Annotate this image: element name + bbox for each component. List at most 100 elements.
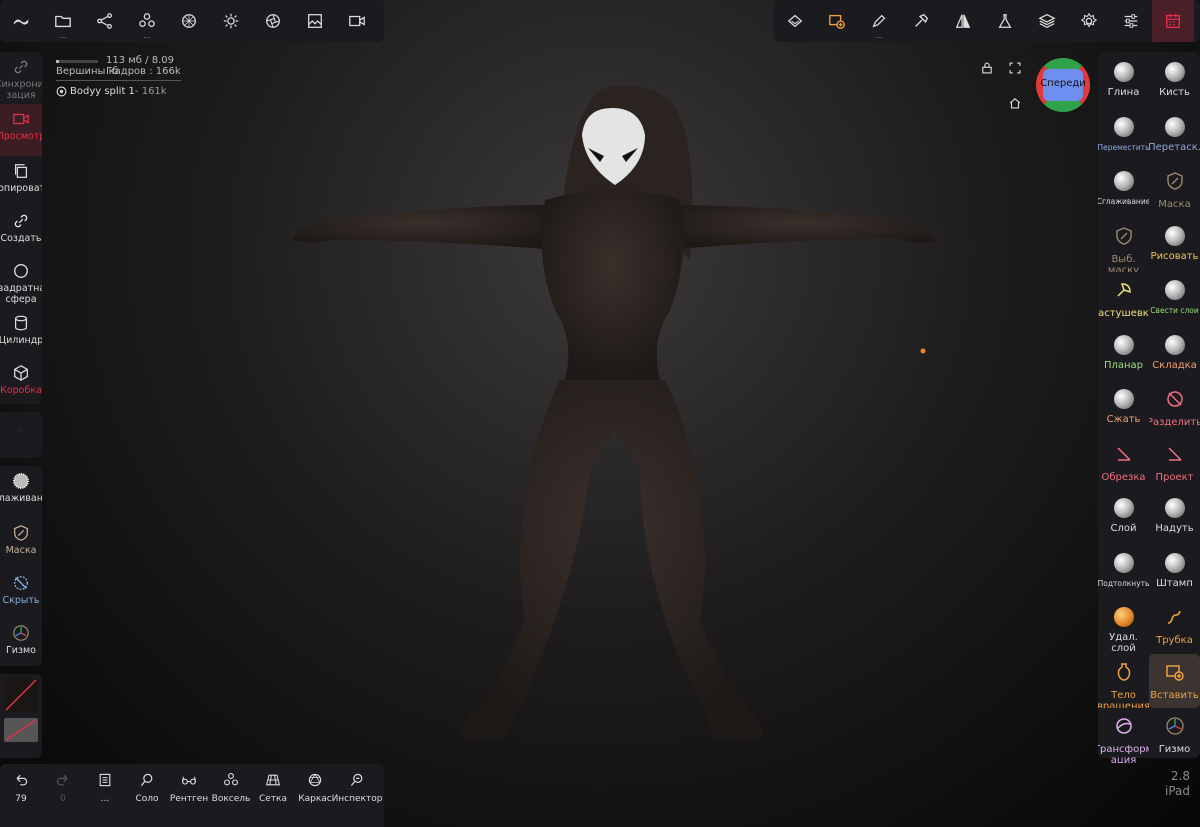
- history-label: ...: [100, 794, 110, 804]
- brush-20[interactable]: Удал. слой: [1098, 599, 1149, 654]
- brush-8[interactable]: Растушевка: [1098, 272, 1149, 327]
- brush-ball-icon: [1113, 116, 1134, 137]
- version-info: 2.8 iPad: [1160, 769, 1190, 799]
- xray-button[interactable]: Рентген: [168, 764, 210, 827]
- sync-button[interactable]: Синхрони- зация: [0, 52, 42, 104]
- brush-4[interactable]: Сглаживание: [1098, 163, 1149, 218]
- brush-1[interactable]: Кисть: [1149, 54, 1200, 109]
- brush-9[interactable]: Свести слои: [1149, 272, 1200, 327]
- brush-label: Растушевка: [1098, 308, 1149, 319]
- brush-label: Подтолкнуть: [1098, 578, 1149, 588]
- brush-label: Рисовать: [1150, 250, 1199, 262]
- grid-button[interactable]: Сетка: [252, 764, 294, 827]
- undo-button[interactable]: 79: [0, 764, 42, 827]
- gizmo-icon: [13, 625, 29, 641]
- brush-2[interactable]: Переместить: [1098, 109, 1149, 164]
- solo-button[interactable]: Соло: [126, 764, 168, 827]
- brush-11[interactable]: Складка: [1149, 327, 1200, 382]
- brush-ball-icon: [1164, 498, 1185, 518]
- brush-ball-icon: [1113, 171, 1134, 191]
- brush-label: Сглаживание: [1098, 197, 1149, 206]
- history-icon: [99, 773, 111, 787]
- xray-label: Рентген: [169, 794, 209, 804]
- wireframe-button[interactable]: Каркас: [294, 764, 336, 827]
- secondary-color-swatch[interactable]: [4, 718, 38, 742]
- brush-18[interactable]: Подтолкнуть: [1098, 545, 1149, 600]
- primary-color-swatch[interactable]: [4, 678, 38, 712]
- inspector-button[interactable]: Инспектор: [332, 764, 382, 827]
- mask-icon: [14, 525, 28, 541]
- solo-label: Соло: [135, 794, 159, 804]
- brush-14[interactable]: Обрезка: [1098, 436, 1149, 491]
- brush-label: Сжать: [1106, 414, 1141, 425]
- mask-label: Маска: [5, 545, 37, 556]
- brush-cut-icon: [1114, 436, 1134, 472]
- brush-21[interactable]: Трубка: [1149, 599, 1200, 654]
- brush-ball-icon: [1113, 62, 1134, 82]
- brush-5[interactable]: Маска: [1149, 163, 1200, 218]
- brush-25[interactable]: Гизмо: [1149, 708, 1200, 763]
- voxel-icon: [224, 773, 238, 786]
- brush-16[interactable]: Слой: [1098, 490, 1149, 545]
- brush-ball-icon: [1164, 334, 1185, 355]
- grid-label: Сетка: [258, 794, 287, 804]
- history-button[interactable]: ...: [84, 764, 126, 827]
- hide-label: Скрыть: [2, 595, 40, 606]
- brush-ball-icon: [1113, 389, 1134, 409]
- sync-label: Синхрони- зация: [0, 79, 42, 101]
- redo-button[interactable]: 0: [42, 764, 84, 827]
- search-icon: [140, 773, 153, 786]
- brush-label: Глина: [1107, 87, 1140, 98]
- copy-button[interactable]: Копировать: [0, 156, 42, 206]
- link-icon: [14, 214, 28, 228]
- brush-label: Выб. маску: [1107, 253, 1140, 273]
- brush-13[interactable]: Разделить: [1149, 381, 1200, 436]
- box-button[interactable]: Коробка: [0, 358, 42, 404]
- box-label: Коробка: [0, 385, 42, 396]
- quad-sphere-button[interactable]: Квадратная сфера: [0, 256, 42, 308]
- brush-19[interactable]: Штамп: [1149, 545, 1200, 600]
- viewport-model[interactable]: [0, 0, 1200, 827]
- brush-tube-icon: [1165, 599, 1185, 635]
- brush-12[interactable]: Сжать: [1098, 381, 1149, 436]
- brush-label: Трубка: [1156, 635, 1193, 646]
- brush-ball-icon: [1113, 552, 1134, 573]
- color-swatches: [0, 674, 42, 758]
- brush-ball-icon: [1164, 552, 1185, 573]
- brush-3[interactable]: Перетаск.: [1149, 109, 1200, 164]
- brush-15[interactable]: Проект: [1149, 436, 1200, 491]
- left-empty-slot[interactable]: ·: [0, 412, 42, 458]
- voxel-button[interactable]: Воксель: [210, 764, 252, 827]
- brush-label: Свести слои: [1150, 306, 1199, 315]
- brush-23[interactable]: Вставить: [1149, 653, 1200, 708]
- brush-6[interactable]: Выб. маску: [1098, 218, 1149, 273]
- brush-label: Удал. слой: [1109, 631, 1138, 654]
- left-tools-panel: Сглаживание Маска Скрыть Гизмо: [0, 466, 42, 666]
- brush-ball-icon: [1164, 280, 1185, 300]
- brush-0[interactable]: Глина: [1098, 54, 1149, 109]
- view-button[interactable]: Просмотр: [0, 104, 42, 156]
- brush-ball-icon: [1113, 334, 1134, 355]
- brush-7[interactable]: Рисовать: [1149, 218, 1200, 273]
- quad-sphere-label: Квадратная сфера: [0, 283, 42, 305]
- gizmo-label: Гизмо: [6, 645, 36, 656]
- cylinder-button[interactable]: Цилиндр: [0, 308, 42, 358]
- brush-vase-icon: [1114, 654, 1134, 690]
- brush-label: Гизмо: [1158, 744, 1191, 755]
- smooth-label: Сглаживание: [0, 493, 42, 504]
- create-button[interactable]: Создать: [0, 206, 42, 256]
- brush-label: Переместить: [1098, 142, 1149, 152]
- undo-icon: [16, 774, 28, 786]
- hide-tool[interactable]: Скрыть: [0, 568, 42, 618]
- brush-label: Планар: [1103, 359, 1144, 371]
- brush-label: Проект: [1155, 471, 1194, 483]
- smooth-icon: [12, 472, 30, 490]
- brush-24[interactable]: Трансформ ация: [1098, 708, 1149, 763]
- gizmo-tool[interactable]: Гизмо: [0, 618, 42, 666]
- brush-10[interactable]: Планар: [1098, 327, 1149, 382]
- smooth-tool[interactable]: Сглаживание: [0, 466, 42, 518]
- mask-tool[interactable]: Маска: [0, 518, 42, 568]
- brush-22[interactable]: Тело вращения: [1098, 654, 1149, 708]
- brush-mask-icon: [1165, 163, 1185, 199]
- brush-17[interactable]: Надуть: [1149, 490, 1200, 545]
